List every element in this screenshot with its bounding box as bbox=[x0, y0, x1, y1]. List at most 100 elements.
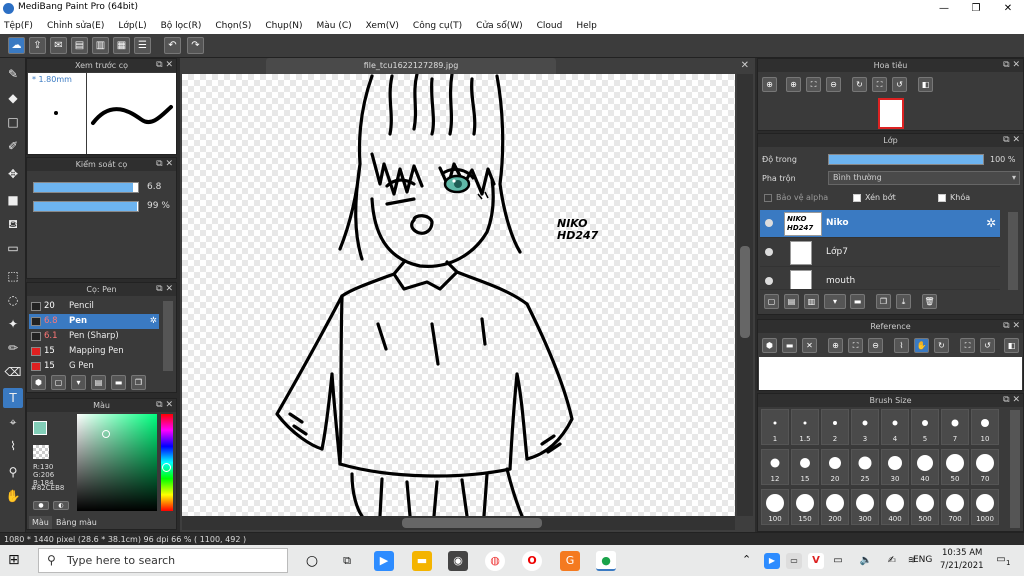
layers-scrollbar[interactable] bbox=[1008, 212, 1018, 290]
brush-item-pen[interactable]: 6.8 Pen ✲ bbox=[29, 314, 159, 329]
reference-rotate-icon[interactable]: ↻ bbox=[934, 338, 949, 353]
brush-size-cell[interactable]: 25 bbox=[851, 449, 879, 485]
brush-size-cell[interactable]: 700 bbox=[941, 489, 969, 525]
horizontal-scroll-thumb[interactable] bbox=[402, 518, 542, 528]
document-close-icon[interactable]: ✕ bbox=[741, 60, 749, 71]
camera-app-icon[interactable]: ◉ bbox=[448, 551, 468, 571]
shape-tool-icon[interactable]: □ bbox=[3, 112, 23, 132]
new-8bit-layer-icon[interactable]: ▥ bbox=[804, 294, 819, 309]
gear-icon[interactable]: ✲ bbox=[986, 216, 996, 230]
dot-tool-icon[interactable]: ✐ bbox=[3, 136, 23, 156]
blend-mode-select[interactable]: Bình thường ▾ bbox=[828, 171, 1020, 185]
new-halftone-layer-icon[interactable]: ▤ bbox=[784, 294, 799, 309]
new-layer-icon[interactable]: ▢ bbox=[764, 294, 779, 309]
layer-row-niko[interactable]: NIKO HD247 Niko ✲ bbox=[760, 210, 1000, 238]
minimize-button[interactable]: — bbox=[928, 0, 960, 17]
page-icon[interactable]: ▤ bbox=[71, 37, 88, 54]
medibang-app-icon[interactable]: ● bbox=[596, 551, 616, 571]
zoom-tray-icon[interactable]: ▶ bbox=[764, 553, 780, 569]
panel-close-icon[interactable]: ⧉ ✕ bbox=[156, 283, 173, 296]
brush-size-cell[interactable]: 3 bbox=[851, 409, 879, 445]
menu-snap[interactable]: Chụp(N) bbox=[265, 21, 302, 31]
brush-list-scrollbar[interactable] bbox=[163, 301, 173, 371]
zoom-in-alt-icon[interactable]: ⊕ bbox=[786, 77, 801, 92]
document-icon[interactable]: ▥ bbox=[92, 37, 109, 54]
comment-icon[interactable]: ✉ bbox=[50, 37, 67, 54]
brush-tool-icon[interactable]: ✎ bbox=[3, 64, 23, 84]
color-swap-icon[interactable]: ◐ bbox=[53, 501, 69, 510]
clipping-checkbox[interactable] bbox=[853, 194, 861, 202]
duplicate-layer-icon[interactable]: ❐ bbox=[876, 294, 891, 309]
brush-size-cell[interactable]: 15 bbox=[791, 449, 819, 485]
layer-row-mouth[interactable]: mouth bbox=[760, 268, 1000, 290]
bucket-tool-icon[interactable]: ⛾ bbox=[3, 214, 23, 234]
store-app-icon[interactable]: G bbox=[560, 551, 580, 571]
panel-close-icon[interactable]: ⧉ ✕ bbox=[156, 399, 173, 412]
protect-alpha-checkbox[interactable] bbox=[764, 194, 772, 202]
tray-chevron-icon[interactable]: ⌃ bbox=[742, 553, 751, 566]
panel-close-icon[interactable]: ⧉ ✕ bbox=[1003, 394, 1020, 407]
menu-filter[interactable]: Bộ lọc(R) bbox=[161, 21, 202, 31]
brush-size-cell[interactable]: 4 bbox=[881, 409, 909, 445]
brush-item-pencil[interactable]: 20 Pencil bbox=[29, 299, 159, 314]
panel-close-icon[interactable]: ⧉ ✕ bbox=[156, 158, 173, 171]
color-add-icon[interactable]: ● bbox=[33, 501, 49, 510]
menu-cloud[interactable]: Cloud bbox=[537, 21, 563, 31]
clock-date[interactable]: 7/21/2021 bbox=[940, 561, 984, 571]
windows-start-icon[interactable]: ⊞ bbox=[8, 552, 24, 568]
layer-opacity-slider[interactable] bbox=[828, 154, 984, 165]
brush-size-cell[interactable]: 150 bbox=[791, 489, 819, 525]
brush-size-cell[interactable]: 1000 bbox=[971, 489, 999, 525]
panel-close-icon[interactable]: ⧉ ✕ bbox=[1003, 59, 1020, 72]
brush-size-cell[interactable]: 12 bbox=[761, 449, 789, 485]
menu-help[interactable]: Help bbox=[576, 21, 597, 31]
menu-view[interactable]: Xem(V) bbox=[366, 21, 399, 31]
current-color-swatch[interactable] bbox=[33, 421, 47, 435]
brush-size-cell[interactable]: 300 bbox=[851, 489, 879, 525]
brush-size-slider[interactable] bbox=[33, 182, 139, 193]
brush-size-cell[interactable]: 50 bbox=[941, 449, 969, 485]
vertical-scroll-thumb[interactable] bbox=[740, 246, 750, 338]
color-picker-cursor[interactable] bbox=[102, 430, 110, 438]
tab-color[interactable]: Màu bbox=[29, 516, 52, 529]
document-tab[interactable]: file_tcu1622127289.jpg bbox=[266, 58, 556, 74]
chrome-icon[interactable]: ◍ bbox=[485, 551, 505, 571]
select-tool-icon[interactable]: ⬚ bbox=[3, 266, 23, 286]
reference-rotate-reset-icon[interactable]: ↺ bbox=[980, 338, 995, 353]
volume-icon[interactable]: 🔈 bbox=[858, 553, 874, 569]
brush-size-cell[interactable]: 500 bbox=[911, 489, 939, 525]
vivaldi-tray-icon[interactable]: V bbox=[808, 553, 824, 569]
brush-size-cell[interactable]: 5 bbox=[911, 409, 939, 445]
eraser-tool-icon[interactable]: ◆ bbox=[3, 88, 23, 108]
reset-view-icon[interactable]: ⛶ bbox=[872, 77, 887, 92]
add-layer-menu-icon[interactable]: ▾ bbox=[824, 294, 846, 309]
brush-size-cell[interactable]: 20 bbox=[821, 449, 849, 485]
brush-size-cell[interactable]: 7 bbox=[941, 409, 969, 445]
brush-size-cell[interactable]: 40 bbox=[911, 449, 939, 485]
brush-size-cell[interactable]: 400 bbox=[881, 489, 909, 525]
canvas-horizontal-scrollbar[interactable] bbox=[182, 516, 735, 530]
navigator-thumbnail[interactable] bbox=[878, 98, 904, 129]
grid-icon[interactable]: ▦ bbox=[113, 37, 130, 54]
tray-app-icon[interactable]: ▭ bbox=[786, 553, 802, 569]
move-tool-icon[interactable]: ✥ bbox=[3, 164, 23, 184]
menu-tools[interactable]: Công cụ(T) bbox=[413, 21, 462, 31]
rotate-icon[interactable]: ↻ bbox=[852, 77, 867, 92]
brush-size-cell[interactable]: 200 bbox=[821, 489, 849, 525]
opera-icon[interactable]: O bbox=[522, 551, 542, 571]
rotate-reset-icon[interactable]: ↺ bbox=[892, 77, 907, 92]
pen-icon[interactable]: ✍ bbox=[884, 553, 900, 569]
menu-color[interactable]: Màu (C) bbox=[317, 21, 352, 31]
gear-icon[interactable]: ✲ bbox=[150, 314, 157, 329]
magic-wand-tool-icon[interactable]: ✦ bbox=[3, 314, 23, 334]
dropper-tool-icon[interactable]: ⚲ bbox=[3, 462, 23, 482]
reference-fit-icon[interactable]: ⛶ bbox=[848, 338, 863, 353]
layer-row-lop7[interactable]: Lớp7 bbox=[760, 239, 1000, 267]
brush-size-cell[interactable]: 1.5 bbox=[791, 409, 819, 445]
reference-eyedropper-icon[interactable]: ⌇ bbox=[894, 338, 909, 353]
brush-item-g-pen[interactable]: 15 G Pen bbox=[29, 359, 159, 371]
brush-size-cell[interactable]: 70 bbox=[971, 449, 999, 485]
network-icon[interactable]: ▭ bbox=[830, 553, 846, 569]
reference-zoom-out-icon[interactable]: ⊖ bbox=[868, 338, 883, 353]
brush-menu-icon[interactable]: ▾ bbox=[71, 375, 86, 390]
